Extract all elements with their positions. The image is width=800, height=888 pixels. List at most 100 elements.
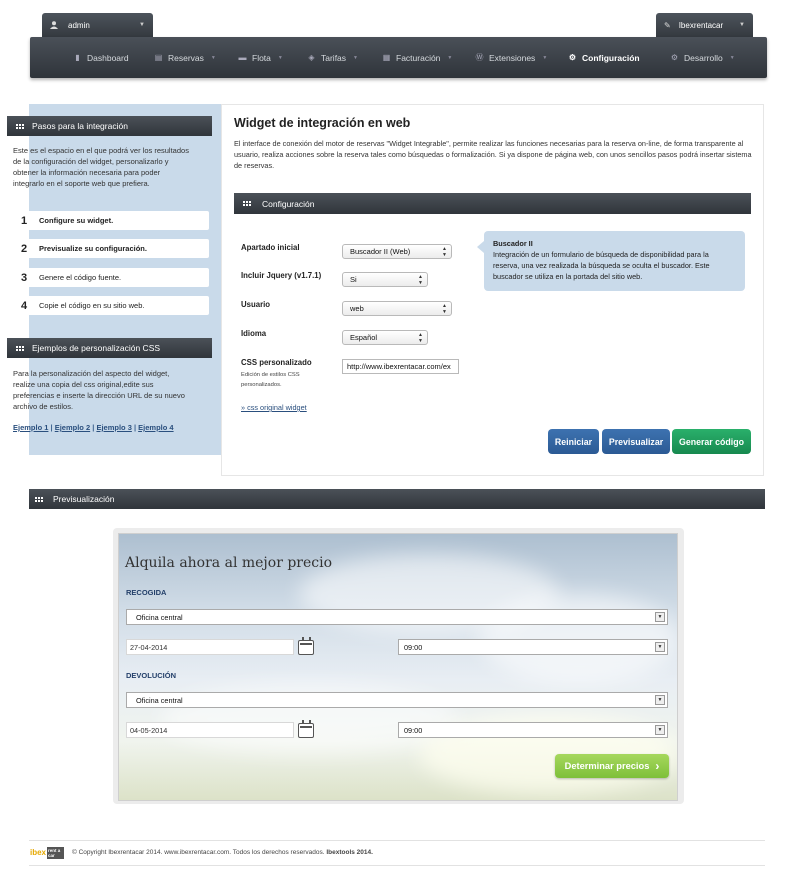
usuario-label: Usuario	[241, 300, 271, 309]
css-label: CSS personalizado	[241, 358, 312, 367]
example-link-3[interactable]: Ejemplo 3	[96, 423, 131, 432]
jquery-label: Incluir Jquery (v1.7.1)	[241, 271, 322, 280]
preview-header: Previsualización	[29, 489, 765, 509]
chevron-down-icon: ▼	[739, 22, 745, 28]
wordpress-icon: Ⓦ	[475, 53, 484, 62]
determine-prices-button[interactable]: Determinar precios ›	[555, 754, 669, 778]
nav-flota[interactable]: ▬ Flota ▼	[238, 37, 283, 78]
nav-label: Desarrollo	[684, 52, 723, 63]
step-item: 1 Configure su widget.	[13, 211, 209, 230]
idioma-select[interactable]: Español ▲ ▼	[342, 330, 428, 345]
preview-button[interactable]: Previsualizar	[602, 429, 670, 454]
tag-icon: ◈	[308, 53, 315, 62]
step-number: 4	[20, 299, 28, 312]
generate-code-button[interactable]: Generar código	[672, 429, 751, 454]
chevron-down-icon: ▼	[655, 695, 665, 705]
cogs-icon: ⚙	[670, 53, 679, 62]
logo-sub: rent a car	[47, 846, 64, 859]
nav-configuracion[interactable]: ⚙ Configuración	[568, 37, 640, 78]
css-intro: Para la personalización del aspecto del …	[13, 369, 185, 411]
config-title: Configuración	[262, 198, 315, 209]
nav-dashboard[interactable]: ▮ Dashboard	[73, 37, 129, 78]
preview-title: Previsualización	[53, 494, 115, 504]
calendar-icon: ▤	[154, 53, 163, 62]
grid-icon	[16, 345, 24, 351]
pencil-icon: ✎	[664, 20, 671, 30]
config-header: Configuración	[234, 193, 751, 214]
return-time-value: 09:00	[404, 725, 423, 735]
return-time-select[interactable]: 09:00 ▼	[398, 722, 668, 738]
tip-title: Buscador II	[493, 239, 533, 248]
chevron-down-icon: ▼	[655, 612, 665, 622]
pickup-office-select[interactable]: Oficina central ▼	[126, 609, 668, 625]
step-item: 2 Previsualize su configuración.	[13, 239, 209, 258]
nav-label: Tarifas	[321, 52, 347, 63]
steps-header: Pasos para la integración	[7, 116, 212, 136]
chevron-down-icon: ▼	[210, 54, 216, 61]
css-url-input[interactable]: http://www.ibexrentacar.com/ex	[342, 359, 459, 374]
step-item: 3 Genere el código fuente.	[13, 268, 209, 287]
example-links: Ejemplo 1 | Ejemplo 2 | Ejemplo 3 | Ejem…	[13, 423, 174, 432]
nav-reservas[interactable]: ▤ Reservas ▼	[154, 37, 216, 78]
calendar-icon[interactable]	[298, 720, 314, 738]
grid-icon	[16, 123, 24, 129]
chevron-right-icon: ›	[655, 759, 660, 773]
invoice-icon: ▦	[382, 53, 391, 62]
reset-button[interactable]: Reiniciar	[548, 429, 599, 454]
car-icon: ▬	[238, 53, 247, 62]
example-link-4[interactable]: Ejemplo 4	[138, 423, 173, 432]
idioma-value: Español	[350, 333, 378, 342]
chevron-down-icon: ▼	[353, 54, 358, 61]
step-text: Previsualize su configuración.	[39, 244, 147, 253]
pickup-date-input[interactable]: 27-04-2014	[126, 639, 294, 655]
nav-label: Dashboard	[87, 52, 129, 63]
nav-label: Facturación	[396, 52, 441, 63]
chevron-down-icon: ▼	[139, 22, 145, 28]
chevron-down-icon: ▼	[729, 54, 735, 61]
example-link-1[interactable]: Ejemplo 1	[13, 423, 48, 432]
usuario-select[interactable]: web ▲ ▼	[342, 301, 452, 316]
usuario-value: web	[350, 304, 364, 313]
info-tooltip: Buscador II Integración de un formulario…	[477, 231, 745, 291]
step-text: Copie el código en su sitio web.	[39, 301, 145, 310]
return-label: DEVOLUCIÓN	[126, 671, 177, 680]
pickup-label: RECOGIDA	[126, 588, 167, 597]
pickup-time-select[interactable]: 09:00 ▼	[398, 639, 668, 655]
step-text: Genere el código fuente.	[39, 273, 122, 282]
step-text: Configure su widget.	[39, 216, 114, 225]
return-office-select[interactable]: Oficina central ▼	[126, 692, 668, 708]
footer-brand: Ibextools 2014.	[326, 849, 373, 856]
css-original-link[interactable]: » css original widget	[241, 403, 307, 412]
nav-desarrollo[interactable]: ⚙ Desarrollo ▼	[670, 37, 735, 78]
chevron-down-icon: ▼	[447, 54, 453, 61]
nav-tarifas[interactable]: ◈ Tarifas ▼	[307, 37, 358, 78]
select-arrows-icon: ▲ ▼	[442, 303, 447, 315]
user-icon	[50, 21, 58, 29]
user-menu-button[interactable]: admin ▼	[42, 13, 153, 37]
apartado-select[interactable]: Buscador II (Web) ▲ ▼	[342, 244, 452, 259]
return-date-input[interactable]: 04-05-2014	[126, 722, 294, 738]
chevron-down-icon: ▼	[277, 54, 283, 61]
gears-icon: ⚙	[568, 53, 577, 62]
css-examples-header: Ejemplos de personalización CSS	[7, 338, 212, 358]
chevron-down-icon: ▼	[655, 725, 665, 735]
css-examples-title: Ejemplos de personalización CSS	[32, 343, 161, 353]
nav-label: Flota	[252, 52, 271, 63]
select-arrows-icon: ▲ ▼	[418, 274, 423, 286]
page-description: El interface de conexión del motor de re…	[234, 139, 752, 170]
example-link-2[interactable]: Ejemplo 2	[55, 423, 90, 432]
submit-label: Determinar precios	[564, 761, 650, 771]
grid-icon	[243, 201, 251, 206]
step-number: 3	[20, 271, 28, 284]
css-sublabel: Edición de estilos CSS personalizados.	[241, 372, 300, 388]
nav-facturacion[interactable]: ▦ Facturación ▼	[382, 37, 453, 78]
select-arrows-icon: ▲ ▼	[442, 246, 447, 258]
step-item: 4 Copie el código en su sitio web.	[13, 296, 209, 315]
jquery-select[interactable]: Si ▲ ▼	[342, 272, 428, 287]
nav-extensiones[interactable]: Ⓦ Extensiones ▼	[475, 37, 548, 78]
pickup-time-value: 09:00	[404, 642, 423, 652]
company-menu-button[interactable]: ✎ Ibexrentacar ▼	[656, 13, 753, 37]
apartado-label: Apartado inicial	[241, 243, 300, 252]
calendar-icon[interactable]	[298, 637, 314, 655]
select-arrows-icon: ▲ ▼	[418, 332, 423, 344]
